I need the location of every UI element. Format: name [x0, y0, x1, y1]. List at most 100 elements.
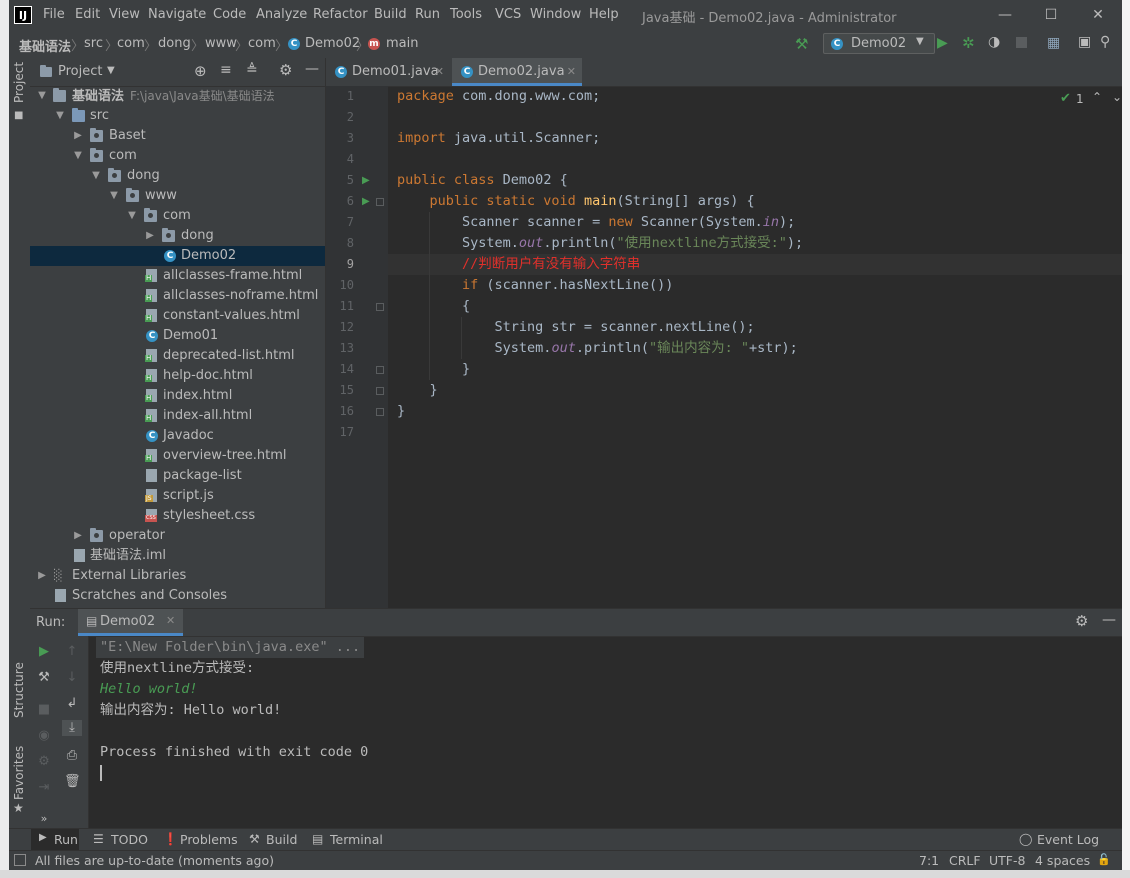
console-caret[interactable] [100, 765, 102, 781]
breadcrumb-item[interactable]: Demo02 [305, 36, 360, 51]
tool-tab-todo[interactable]: TODO [111, 832, 148, 847]
file-encoding[interactable]: UTF-8 [989, 853, 1025, 868]
tree-row[interactable]: constant-values.html [30, 306, 325, 326]
menu-file[interactable]: File [43, 7, 65, 22]
tree-row[interactable]: ▼ com [30, 146, 325, 166]
caret-position[interactable]: 7:1 [919, 853, 939, 868]
chevron-down-icon[interactable]: ▼ [72, 146, 84, 166]
project-view-title[interactable]: Project [58, 64, 102, 79]
code-line[interactable]: } [397, 359, 470, 380]
run-icon[interactable]: ▶ [937, 35, 948, 51]
chevron-up-icon[interactable]: ⌃ [1092, 90, 1102, 104]
tree-row[interactable]: ▼ com [30, 206, 325, 226]
menu-navigate[interactable]: Navigate [148, 7, 206, 22]
stop-icon[interactable]: ■ [36, 702, 52, 718]
tree-root-row[interactable]: ▼ 基础语法 F:\java\Java基础\基础语法 [30, 86, 325, 106]
code-line[interactable]: System.out.println("输出内容为: "+str); [397, 338, 798, 359]
menu-build[interactable]: Build [374, 7, 407, 22]
menu-code[interactable]: Code [213, 7, 246, 22]
fold-icon[interactable] [376, 387, 384, 395]
indent-setting[interactable]: 4 spaces [1035, 853, 1090, 868]
tree-row[interactable]: help-doc.html [30, 366, 325, 386]
chevron-down-icon[interactable]: ▼ [90, 166, 102, 186]
structure-tool-tab[interactable]: Structure [12, 662, 26, 718]
chevron-down-icon[interactable]: ▼ [126, 206, 138, 226]
breadcrumb-item[interactable]: www [205, 36, 237, 51]
tree-row[interactable]: ▶ dong [30, 226, 325, 246]
build-hammer-icon[interactable]: ⚒ [795, 35, 808, 53]
breadcrumb-item[interactable]: 基础语法 [19, 36, 71, 55]
tree-row[interactable]: allclasses-frame.html [30, 266, 325, 286]
code-line[interactable]: } [397, 380, 438, 401]
tree-row[interactable]: 基础语法.iml [30, 546, 325, 566]
close-tab-icon[interactable]: ✕ [166, 614, 175, 627]
settings-icon[interactable]: ⚙ [36, 754, 52, 770]
console-command-line[interactable]: "E:\New Folder\bin\java.exe" ... [96, 637, 365, 658]
chevron-down-icon[interactable]: ▼ [108, 186, 120, 206]
tree-row[interactable]: ▶ Baset [30, 126, 325, 146]
presentation-mode-icon[interactable]: ▣ [1078, 34, 1091, 50]
run-tab-demo02[interactable]: ▤ Demo02 ✕ [78, 609, 183, 636]
gear-icon[interactable]: ⚙ [279, 61, 292, 79]
inspection-ok-icon[interactable]: ✔ [1060, 91, 1071, 106]
line-separator[interactable]: CRLF [949, 853, 981, 868]
tool-tab-event-log[interactable]: Event Log [1037, 832, 1099, 847]
menu-edit[interactable]: Edit [75, 7, 100, 22]
rerun-icon[interactable]: ▶ [36, 644, 52, 660]
chevron-right-icon[interactable]: ▶ [72, 126, 84, 146]
close-tab-icon[interactable]: ✕ [567, 58, 576, 86]
wrench-icon[interactable]: ⚒ [36, 670, 52, 686]
menu-view[interactable]: View [109, 7, 140, 22]
breadcrumb-item[interactable]: com [248, 36, 276, 51]
favorites-tool-tab[interactable]: Favorites [12, 746, 26, 800]
close-icon[interactable]: ✕ [1088, 6, 1108, 24]
menu-tools[interactable]: Tools [450, 7, 482, 22]
tree-row[interactable]: stylesheet.css [30, 506, 325, 526]
code-line[interactable]: System.out.println("使用nextline方式接受:"); [397, 233, 803, 254]
tree-row[interactable]: index.html [30, 386, 325, 406]
trash-icon[interactable]: 🗑 [64, 774, 81, 790]
locate-file-icon[interactable]: ⊕ [194, 62, 207, 80]
code-line[interactable]: public class Demo02 { [397, 170, 568, 191]
code-line[interactable]: { [397, 296, 470, 317]
fold-icon[interactable] [376, 366, 384, 374]
fold-icon[interactable] [376, 408, 384, 416]
tree-row[interactable]: script.js [30, 486, 325, 506]
project-tool-tab[interactable]: Project [12, 62, 26, 103]
fold-icon[interactable] [376, 303, 384, 311]
lock-icon[interactable]: 🔓 [1097, 853, 1111, 866]
code-line[interactable]: package com.dong.www.com; [397, 86, 600, 107]
code-line[interactable]: Scanner scanner = new Scanner(System.in)… [397, 212, 795, 233]
code-line[interactable]: } [397, 401, 405, 422]
tree-row[interactable]: package-list [30, 466, 325, 486]
tool-tab-problems[interactable]: Problems [180, 832, 238, 847]
chevron-right-icon[interactable]: ▶ [144, 226, 156, 246]
tree-row[interactable]: C Demo01 [30, 326, 325, 346]
chevron-right-icon[interactable]: ▶ [72, 526, 84, 546]
menu-run[interactable]: Run [415, 7, 440, 22]
tree-row[interactable]: ▶ operator [30, 526, 325, 546]
status-message[interactable]: All files are up-to-date (moments ago) [35, 853, 274, 868]
tree-row-selected[interactable]: C Demo02 [30, 246, 325, 266]
arrow-down-icon[interactable]: ↓ [64, 670, 80, 686]
tab-demo02[interactable]: C Demo02.java ✕ [452, 58, 582, 86]
code-line[interactable]: import java.util.Scanner; [397, 128, 600, 149]
tree-row[interactable]: index-all.html [30, 406, 325, 426]
run-gutter-icon[interactable]: ▶ [362, 175, 370, 186]
camera-icon[interactable]: ◉ [36, 728, 52, 744]
scroll-to-end-icon[interactable]: ⤓ [62, 720, 82, 736]
exit-icon[interactable]: ⇥ [36, 780, 52, 796]
expand-all-icon[interactable]: ≡ [220, 62, 232, 78]
tool-tab-terminal[interactable]: Terminal [330, 832, 383, 847]
tool-tab-build[interactable]: Build [266, 832, 297, 847]
breadcrumb-item[interactable]: com [117, 36, 145, 51]
breadcrumb-item[interactable]: src [84, 36, 103, 51]
chevron-down-icon[interactable]: ▼ [36, 86, 48, 106]
tree-row[interactable]: ▼ www [30, 186, 325, 206]
maximize-icon[interactable]: ☐ [1041, 6, 1061, 24]
chevron-right-icon[interactable]: ▶ [36, 566, 48, 586]
code-line[interactable]: String str = scanner.nextLine(); [397, 317, 755, 338]
tree-row[interactable]: ▼ src [30, 106, 325, 126]
tool-windows-toggle-icon[interactable] [14, 854, 26, 866]
tree-row[interactable]: Scratches and Consoles [30, 586, 325, 606]
